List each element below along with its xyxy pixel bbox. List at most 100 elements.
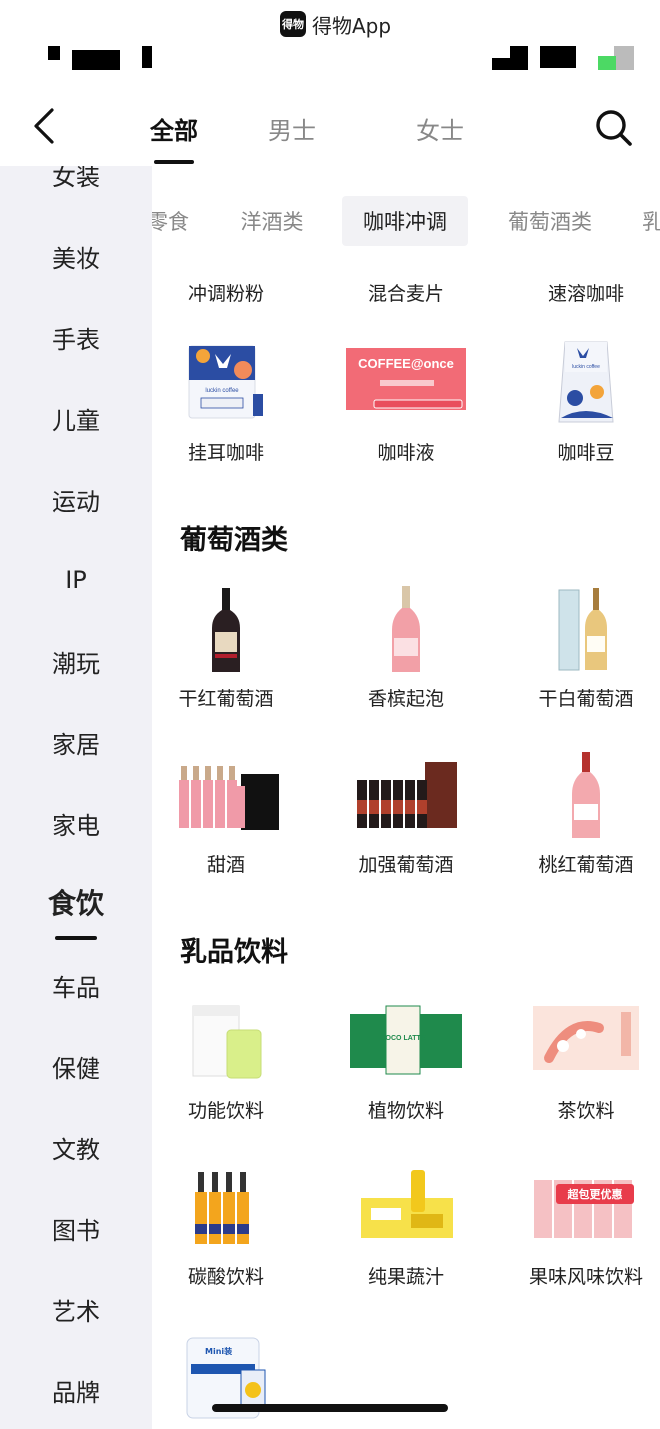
rose-wine-image <box>531 746 641 846</box>
redacted-block <box>142 46 152 68</box>
tab-all[interactable]: 全部 <box>130 90 218 166</box>
sidebar-item-womenswear[interactable]: 女装 <box>0 166 152 204</box>
sidebar-item-label: 艺术 <box>52 1297 100 1326</box>
category-item-sweet-wine[interactable]: 甜酒 <box>152 746 316 877</box>
sidebar-item-books[interactable]: 图书 <box>0 1198 152 1258</box>
sidebar-item-label: 家电 <box>52 811 100 840</box>
category-item-flavored-drink[interactable]: 超包更优惠 果味风味饮料 <box>496 1158 660 1289</box>
category-sidebar: 女装 美妆 手表 儿童 运动 IP 潮玩 家居 家电 食饮 车品 保健 文教 图… <box>0 166 152 1429</box>
search-button[interactable] <box>592 106 636 150</box>
svg-text:超包更优惠: 超包更优惠 <box>567 1187 623 1201</box>
subtab-label: 咖啡冲调 <box>363 210 447 234</box>
category-item-label: 挂耳咖啡 <box>187 442 264 464</box>
category-item-dry-red[interactable]: 干红葡萄酒 <box>152 580 316 711</box>
redacted-block <box>48 46 60 60</box>
category-item-label: 茶饮料 <box>557 1100 615 1122</box>
sparkling-wine-image <box>351 580 461 680</box>
subtab-label: 乳 <box>642 210 660 234</box>
category-item-label: 纯果蔬汁 <box>367 1266 444 1288</box>
category-item-juice[interactable]: 纯果蔬汁 <box>316 1158 496 1289</box>
category-item-functional-drink[interactable]: 功能饮料 <box>152 992 316 1123</box>
back-button[interactable] <box>22 104 66 148</box>
category-item-rose[interactable]: 桃红葡萄酒 <box>496 746 660 877</box>
functional-drink-image <box>171 992 281 1092</box>
category-item-drip-coffee[interactable]: luckin coffee 挂耳咖啡 <box>152 334 316 465</box>
sidebar-item-watches[interactable]: 手表 <box>0 307 152 367</box>
tab-men[interactable]: 男士 <box>218 90 366 166</box>
svg-text:luckin coffee: luckin coffee <box>205 388 239 394</box>
svg-text:COCO LATTE: COCO LATTE <box>381 1035 426 1042</box>
sidebar-item-label: 女装 <box>52 166 100 191</box>
subtab-dairy[interactable]: 乳 <box>642 196 660 246</box>
category-item-tea-drink[interactable]: 茶饮料 <box>496 992 660 1123</box>
sidebar-item-label: 家居 <box>52 730 100 759</box>
home-indicator <box>212 1404 448 1412</box>
category-item-coffee-liquid[interactable]: COFFEE@once 咖啡液 <box>316 334 496 465</box>
sidebar-item-health[interactable]: 保健 <box>0 1036 152 1096</box>
dry-white-wine-image <box>531 580 641 680</box>
section-title-wine: 葡萄酒类 <box>180 525 288 556</box>
section-title-dairy-drinks: 乳品饮料 <box>180 937 288 968</box>
battery-icon <box>614 46 634 70</box>
category-label[interactable]: 速溶咖啡 <box>496 279 660 306</box>
app-logo-icon: 得物 <box>280 11 306 37</box>
category-label[interactable]: 冲调粉粉 <box>152 279 316 306</box>
sidebar-item-label: 手表 <box>52 325 100 354</box>
sidebar-item-car[interactable]: 车品 <box>0 955 152 1015</box>
category-item-milk[interactable]: Mini装 <box>152 1324 316 1428</box>
sidebar-item-label: 文教 <box>52 1135 100 1164</box>
gender-tabs: 全部 男士 女士 <box>130 90 514 166</box>
sidebar-item-label: 车品 <box>52 973 100 1002</box>
sidebar-item-art[interactable]: 艺术 <box>0 1279 152 1339</box>
sidebar-item-ip[interactable]: IP <box>0 550 152 610</box>
sidebar-item-food-drink[interactable]: 食饮 <box>0 872 152 940</box>
subtab-label: 洋酒类 <box>240 210 304 234</box>
soda-image <box>171 1158 281 1258</box>
subtab-spirits[interactable]: 洋酒类 <box>222 196 322 246</box>
category-item-fortified[interactable]: 加强葡萄酒 <box>316 746 496 877</box>
category-item-label: 干白葡萄酒 <box>538 688 634 710</box>
tab-women[interactable]: 女士 <box>366 90 514 166</box>
subtab-coffee[interactable]: 咖啡冲调 <box>342 196 468 246</box>
app-banner: 得物 得物App <box>280 8 391 40</box>
sidebar-item-sports[interactable]: 运动 <box>0 469 152 529</box>
category-item-plant-drink[interactable]: COCO LATTE 植物饮料 <box>316 992 496 1123</box>
tea-drink-image <box>531 992 641 1092</box>
sidebar-item-label: 运动 <box>52 487 100 516</box>
dry-red-wine-image <box>171 580 281 680</box>
status-bar: 得物 得物App <box>0 0 660 90</box>
category-label[interactable]: 混合麦片 <box>316 279 496 306</box>
category-item-soda[interactable]: 碳酸饮料 <box>152 1158 316 1289</box>
tab-label: 全部 <box>150 116 198 145</box>
sidebar-item-label: 食饮 <box>47 887 104 920</box>
battery-level-icon <box>598 56 616 70</box>
tab-label: 男士 <box>268 116 316 145</box>
coffee-beans-image: luckin coffee <box>531 334 641 434</box>
sidebar-item-home[interactable]: 家居 <box>0 712 152 772</box>
sidebar-item-label: 儿童 <box>52 406 100 435</box>
sidebar-item-label: IP <box>65 566 87 594</box>
search-icon <box>596 110 632 146</box>
subtab-snacks[interactable]: 零食 <box>152 196 198 246</box>
sidebar-item-stationery[interactable]: 文教 <box>0 1117 152 1177</box>
category-item-coffee-beans[interactable]: luckin coffee 咖啡豆 <box>496 334 660 465</box>
category-item-label: 植物饮料 <box>367 1100 444 1122</box>
subtab-wine[interactable]: 葡萄酒类 <box>490 196 610 246</box>
sidebar-item-label: 潮玩 <box>52 649 100 678</box>
category-item-sparkling[interactable]: 香槟起泡 <box>316 580 496 711</box>
category-item-dry-white[interactable]: 干白葡萄酒 <box>496 580 660 711</box>
category-item-label: 加强葡萄酒 <box>358 854 454 876</box>
category-item-label: 果味风味饮料 <box>528 1266 643 1288</box>
subcategory-tabs: 零食 洋酒类 咖啡冲调 葡萄酒类 乳 <box>152 192 660 250</box>
juice-image <box>351 1158 461 1258</box>
sidebar-item-kids[interactable]: 儿童 <box>0 388 152 448</box>
sidebar-item-label: 图书 <box>52 1216 100 1245</box>
category-item-label: 桃红葡萄酒 <box>538 854 634 876</box>
category-item-label: 香槟起泡 <box>367 688 444 710</box>
sidebar-item-brands[interactable]: 品牌 <box>0 1360 152 1420</box>
sidebar-item-appliances[interactable]: 家电 <box>0 793 152 853</box>
sidebar-item-toys[interactable]: 潮玩 <box>0 631 152 691</box>
category-item-label: 咖啡液 <box>377 442 435 464</box>
sidebar-item-beauty[interactable]: 美妆 <box>0 226 152 286</box>
category-item-label: 碳酸饮料 <box>187 1266 264 1288</box>
